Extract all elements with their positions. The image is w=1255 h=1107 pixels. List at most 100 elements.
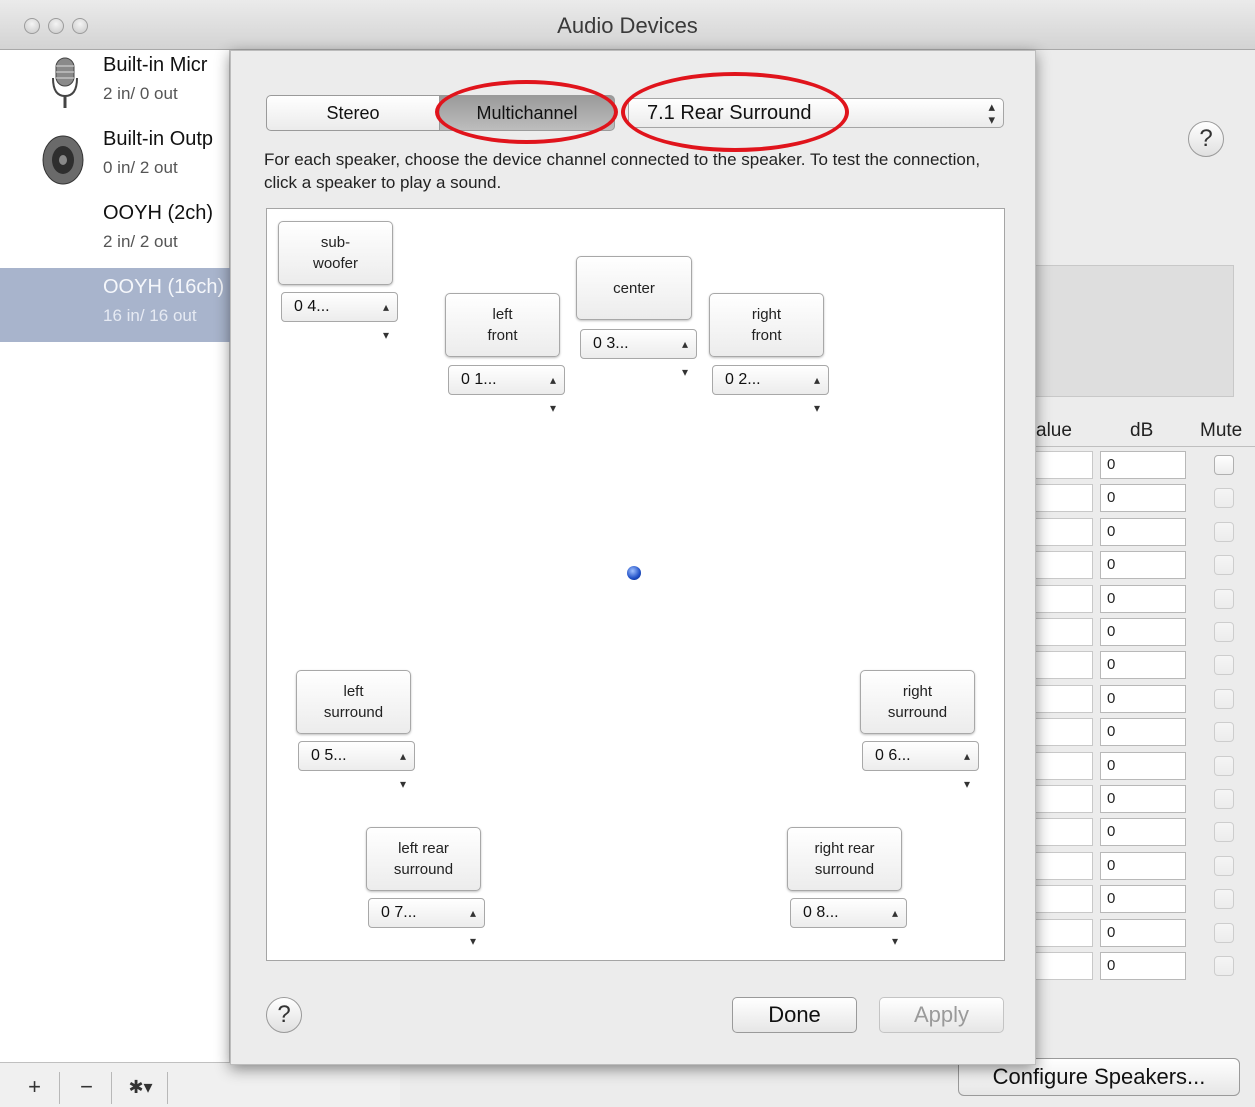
- mute-checkbox[interactable]: [1214, 855, 1234, 876]
- value-field[interactable]: [1036, 651, 1093, 680]
- help-button[interactable]: ?: [1188, 121, 1224, 157]
- db-field[interactable]: 0: [1100, 751, 1186, 780]
- header-divider: [1036, 446, 1255, 447]
- db-field[interactable]: 0: [1100, 918, 1186, 947]
- db-field[interactable]: 0: [1100, 885, 1186, 914]
- db-field[interactable]: 0: [1100, 818, 1186, 847]
- center-channel-select[interactable]: 0 3... ▴ ▾: [580, 329, 697, 379]
- channel-value: 0 7...: [381, 904, 417, 921]
- db-field[interactable]: 0: [1100, 517, 1186, 546]
- device-io: 0 in/ 2 out: [103, 158, 178, 177]
- right-rear-surround-channel-select[interactable]: 0 8... ▴ ▾: [790, 898, 907, 948]
- device-name: Built-in Micr: [103, 54, 208, 76]
- db-field[interactable]: 0: [1100, 551, 1186, 580]
- channel-value: 0 5...: [311, 747, 347, 764]
- db-field[interactable]: 0: [1100, 851, 1186, 880]
- mute-checkbox[interactable]: [1214, 956, 1234, 976]
- apply-button[interactable]: Apply: [879, 997, 1004, 1033]
- left-surround-speaker-button[interactable]: left surround: [296, 670, 411, 734]
- center-speaker-button[interactable]: center: [576, 256, 692, 320]
- db-field[interactable]: 0: [1100, 684, 1186, 713]
- value-column-header[interactable]: alue: [1036, 420, 1072, 446]
- mute-checkbox[interactable]: [1214, 889, 1234, 910]
- left-rear-surround-speaker-button[interactable]: left rear surround: [366, 827, 481, 891]
- stepper-arrows-icon: ▴ ▾: [963, 749, 970, 791]
- device-io: 16 in/ 16 out: [103, 306, 197, 325]
- value-field[interactable]: [1036, 751, 1093, 780]
- db-field[interactable]: 0: [1100, 651, 1186, 680]
- value-field[interactable]: [1036, 918, 1093, 947]
- value-field[interactable]: [1036, 684, 1093, 713]
- mute-checkbox[interactable]: [1214, 622, 1234, 642]
- db-field[interactable]: 0: [1100, 451, 1186, 479]
- stepper-arrows-icon: ▴ ▾: [469, 906, 476, 948]
- microphone-icon: [52, 57, 78, 108]
- value-field[interactable]: [1036, 451, 1093, 479]
- value-field[interactable]: [1036, 785, 1093, 813]
- right-surround-speaker-button[interactable]: right surround: [860, 670, 975, 734]
- right-rear-surround-speaker-button[interactable]: right rear surround: [787, 827, 902, 891]
- window-title: Audio Devices: [557, 13, 698, 38]
- add-device-button[interactable]: +: [10, 1072, 60, 1104]
- mute-checkbox[interactable]: [1214, 588, 1234, 609]
- mute-checkbox[interactable]: [1214, 922, 1234, 943]
- right-front-speaker-button[interactable]: right front: [709, 293, 824, 357]
- db-field[interactable]: 0: [1100, 484, 1186, 513]
- channel-value: 0 6...: [875, 747, 911, 764]
- stereo-tab[interactable]: Stereo: [266, 95, 440, 131]
- value-field[interactable]: [1036, 952, 1093, 980]
- right-front-channel-select[interactable]: 0 2... ▴ ▾: [712, 365, 829, 415]
- left-rear-surround-channel-select[interactable]: 0 7... ▴ ▾: [368, 898, 485, 948]
- left-surround-channel-select[interactable]: 0 5... ▴ ▾: [298, 741, 415, 791]
- value-field[interactable]: [1036, 551, 1093, 580]
- value-field[interactable]: [1036, 885, 1093, 914]
- value-field[interactable]: [1036, 584, 1093, 613]
- db-field[interactable]: 0: [1100, 718, 1186, 747]
- gear-menu-button[interactable]: ✱▾: [114, 1072, 168, 1104]
- sheet-help-button[interactable]: ?: [266, 997, 302, 1033]
- speaker-icon: [42, 135, 84, 185]
- db-field[interactable]: 0: [1100, 952, 1186, 980]
- mute-checkbox[interactable]: [1214, 555, 1234, 576]
- remove-device-button[interactable]: −: [62, 1072, 112, 1104]
- device-name: Built-in Outp: [103, 128, 214, 150]
- multichannel-tab[interactable]: Multichannel: [439, 95, 615, 131]
- mute-checkbox[interactable]: [1214, 655, 1234, 676]
- value-field[interactable]: [1036, 517, 1093, 546]
- stepper-arrows-icon: ▴ ▾: [891, 906, 898, 948]
- mute-checkbox[interactable]: [1214, 789, 1234, 809]
- sidebar-toolbar: [0, 1062, 400, 1107]
- value-field[interactable]: [1036, 718, 1093, 747]
- subwoofer-channel-select[interactable]: 0 4... ▴ ▾: [281, 292, 398, 342]
- device-row-ooyh-16ch[interactable]: OOYH (16ch) 16 in/ 16 out: [0, 268, 230, 342]
- db-field[interactable]: 0: [1100, 584, 1186, 613]
- value-field[interactable]: [1036, 818, 1093, 847]
- db-column-header[interactable]: dB: [1130, 420, 1153, 446]
- popup-arrows-icon: ▴ ▾: [988, 99, 995, 127]
- left-front-speaker-button[interactable]: left front: [445, 293, 560, 357]
- mute-checkbox[interactable]: [1214, 722, 1234, 743]
- db-field[interactable]: 0: [1100, 785, 1186, 813]
- stepper-arrows-icon: ▴ ▾: [549, 373, 556, 415]
- mute-checkbox[interactable]: [1214, 521, 1234, 542]
- stepper-arrows-icon: ▴ ▾: [681, 337, 688, 379]
- db-field[interactable]: 0: [1100, 618, 1186, 646]
- mute-checkbox[interactable]: [1214, 822, 1234, 843]
- mute-checkbox[interactable]: [1214, 688, 1234, 709]
- mute-checkbox[interactable]: [1214, 488, 1234, 509]
- subwoofer-speaker-button[interactable]: sub- woofer: [278, 221, 393, 285]
- mute-checkbox[interactable]: [1214, 455, 1234, 475]
- left-front-channel-select[interactable]: 0 1... ▴ ▾: [448, 365, 565, 415]
- value-field[interactable]: [1036, 484, 1093, 513]
- instructions-text: For each speaker, choose the device chan…: [264, 150, 981, 192]
- speaker-layout-value: 7.1 Rear Surround: [647, 102, 812, 124]
- value-field[interactable]: [1036, 618, 1093, 646]
- mute-checkbox[interactable]: [1214, 755, 1234, 776]
- value-field[interactable]: [1036, 851, 1093, 880]
- device-io: 2 in/ 0 out: [103, 84, 178, 103]
- done-button[interactable]: Done: [732, 997, 857, 1033]
- speaker-layout-popup[interactable]: 7.1 Rear Surround ▴ ▾: [628, 98, 1004, 128]
- mute-column-header[interactable]: Mute: [1200, 420, 1242, 446]
- right-surround-channel-select[interactable]: 0 6... ▴ ▾: [862, 741, 979, 791]
- channel-value: 0 4...: [294, 298, 330, 315]
